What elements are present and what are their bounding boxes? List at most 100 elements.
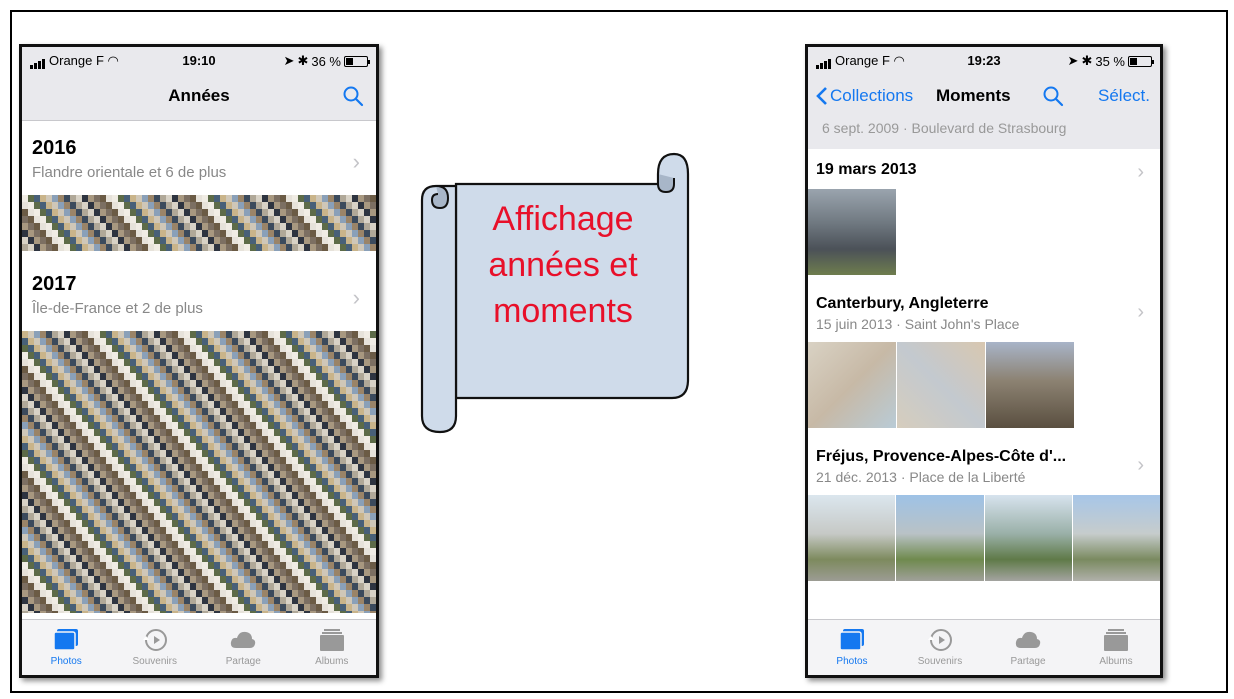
mosaic-tile: [370, 429, 376, 436]
mosaic-tile: [370, 555, 376, 562]
tab-albums[interactable]: Albums: [1072, 620, 1160, 675]
bluetooth-icon: ✱: [297, 53, 309, 68]
photos-icon: [53, 629, 79, 651]
moment-row[interactable]: 19 mars 2013 ›: [808, 149, 1160, 275]
tab-souvenirs[interactable]: Souvenirs: [896, 620, 984, 675]
mosaic-tile: [370, 223, 376, 230]
battery-icon: [344, 55, 370, 67]
mosaic-tile: [370, 590, 376, 597]
year-subtitle: Flandre orientale et 6 de plus: [32, 164, 227, 181]
tab-partage[interactable]: Partage: [984, 620, 1072, 675]
page-title: Moments: [936, 86, 1011, 105]
search-icon[interactable]: [342, 85, 364, 107]
mosaic-tile: [370, 352, 376, 359]
mosaic-tile: [370, 401, 376, 408]
photo-thumbnail[interactable]: [896, 495, 984, 581]
mosaic-tile: [370, 464, 376, 471]
tab-souvenirs[interactable]: Souvenirs: [111, 620, 200, 675]
year-title: 2017: [32, 273, 77, 295]
year-row-2017[interactable]: 2017 Île-de-France et 2 de plus ›: [22, 257, 376, 331]
mosaic-tile: [370, 513, 376, 520]
banner-line: Affichage: [492, 200, 634, 238]
mosaic-tile: [370, 359, 376, 366]
search-icon[interactable]: [1042, 85, 1064, 107]
photo-thumbnail[interactable]: [1072, 495, 1160, 581]
tab-label: Albums: [1099, 656, 1133, 667]
status-bar: Orange F ◠ 19:10 ➤ ✱ 36 %: [22, 47, 376, 73]
moment-row[interactable]: Canterbury, Angleterre 15 juin 2013 · Sa…: [808, 275, 1160, 428]
moments-list[interactable]: 6 sept. 2009 · Boulevard de Strasbourg 1…: [808, 121, 1160, 619]
back-button[interactable]: Collections: [816, 86, 913, 106]
mosaic-tile: [370, 534, 376, 541]
moment-thumbnails: [808, 342, 1160, 428]
mosaic-tile: [370, 611, 376, 613]
tab-photos[interactable]: Photos: [808, 620, 896, 675]
mosaic-tile: [370, 202, 376, 209]
mosaic-tile: [370, 569, 376, 576]
banner-caption: Affichage années et moments: [452, 196, 674, 334]
chevron-right-icon: ›: [1137, 161, 1144, 183]
photos-icon: [839, 629, 864, 651]
mosaic-tile: [370, 394, 376, 401]
status-bar: Orange F ◠ 19:23 ➤ ✱ 35 %: [808, 47, 1160, 73]
mosaic-tile: [370, 237, 376, 244]
photo-thumbnail[interactable]: [897, 342, 985, 428]
moment-row[interactable]: Fréjus, Provence-Alpes-Côte d'... 21 déc…: [808, 428, 1160, 581]
tab-albums[interactable]: Albums: [288, 620, 377, 675]
location-icon: ➤: [1067, 53, 1079, 68]
photo-thumbnail[interactable]: [808, 495, 896, 581]
photo-thumbnail[interactable]: [984, 495, 1072, 581]
battery-group: ➤ ✱ 36 %: [283, 53, 370, 69]
moment-title: Fréjus, Provence-Alpes-Côte d'...: [816, 448, 1067, 465]
mosaic-tile: [370, 338, 376, 345]
moment-thumbnails: [808, 189, 1160, 275]
mosaic-tile: [370, 506, 376, 513]
phone-years-view: Orange F ◠ 19:10 ➤ ✱ 36 % Années 2016 Fl…: [19, 44, 379, 678]
mosaic-tile: [370, 520, 376, 527]
select-button[interactable]: Sélect.: [1098, 86, 1150, 106]
battery-group: ➤ ✱ 35 %: [1067, 53, 1154, 69]
location-icon: ➤: [283, 53, 295, 68]
mosaic-tile: [370, 331, 376, 338]
mosaic-tile: [370, 436, 376, 443]
chevron-right-icon: ›: [352, 149, 360, 174]
albums-icon: [1104, 629, 1128, 651]
photo-thumbnail[interactable]: [808, 342, 896, 428]
mosaic-tile: [370, 195, 376, 202]
mosaic-tile: [370, 366, 376, 373]
mosaic-tile: [370, 244, 376, 251]
battery-percent: 35 %: [1095, 53, 1125, 69]
cloud-icon: [1015, 631, 1041, 648]
moment-title: Canterbury, Angleterre: [816, 295, 989, 312]
mosaic-tile: [370, 492, 376, 499]
albums-icon: [319, 629, 344, 651]
phone-moments-view: Orange F ◠ 19:23 ➤ ✱ 35 % Collections Mo…: [805, 44, 1163, 678]
back-label: Collections: [830, 86, 914, 105]
mosaic-tile: [370, 597, 376, 604]
mosaic-tile: [370, 209, 376, 216]
nav-bar: Collections Moments Sélect.: [808, 73, 1160, 121]
photo-mosaic-2016[interactable]: [22, 195, 376, 251]
photo-thumbnail[interactable]: [808, 189, 896, 275]
chevron-right-icon: ›: [1137, 454, 1144, 476]
tab-partage[interactable]: Partage: [199, 620, 288, 675]
chevron-right-icon: ›: [352, 285, 360, 310]
mosaic-tile: [370, 450, 376, 457]
banner-line: moments: [493, 292, 633, 330]
photo-thumbnail[interactable]: [986, 342, 1074, 428]
mosaic-tile: [370, 478, 376, 485]
years-list[interactable]: 2016 Flandre orientale et 6 de plus › 20…: [22, 121, 376, 619]
tab-photos[interactable]: Photos: [22, 620, 111, 675]
mosaic-tile: [370, 604, 376, 611]
photo-mosaic-2017[interactable]: [22, 331, 376, 613]
battery-percent: 36 %: [311, 53, 341, 69]
moment-thumbnails: [808, 495, 1160, 581]
memories-icon: [142, 629, 167, 651]
mosaic-tile: [370, 583, 376, 590]
mosaic-tile: [370, 230, 376, 237]
mosaic-tile: [370, 345, 376, 352]
year-row-2016[interactable]: 2016 Flandre orientale et 6 de plus ›: [22, 121, 376, 195]
chevron-left-icon: [816, 87, 827, 105]
mosaic-tile: [370, 548, 376, 555]
partial-moment-header: 6 sept. 2009 · Boulevard de Strasbourg: [808, 121, 1160, 149]
